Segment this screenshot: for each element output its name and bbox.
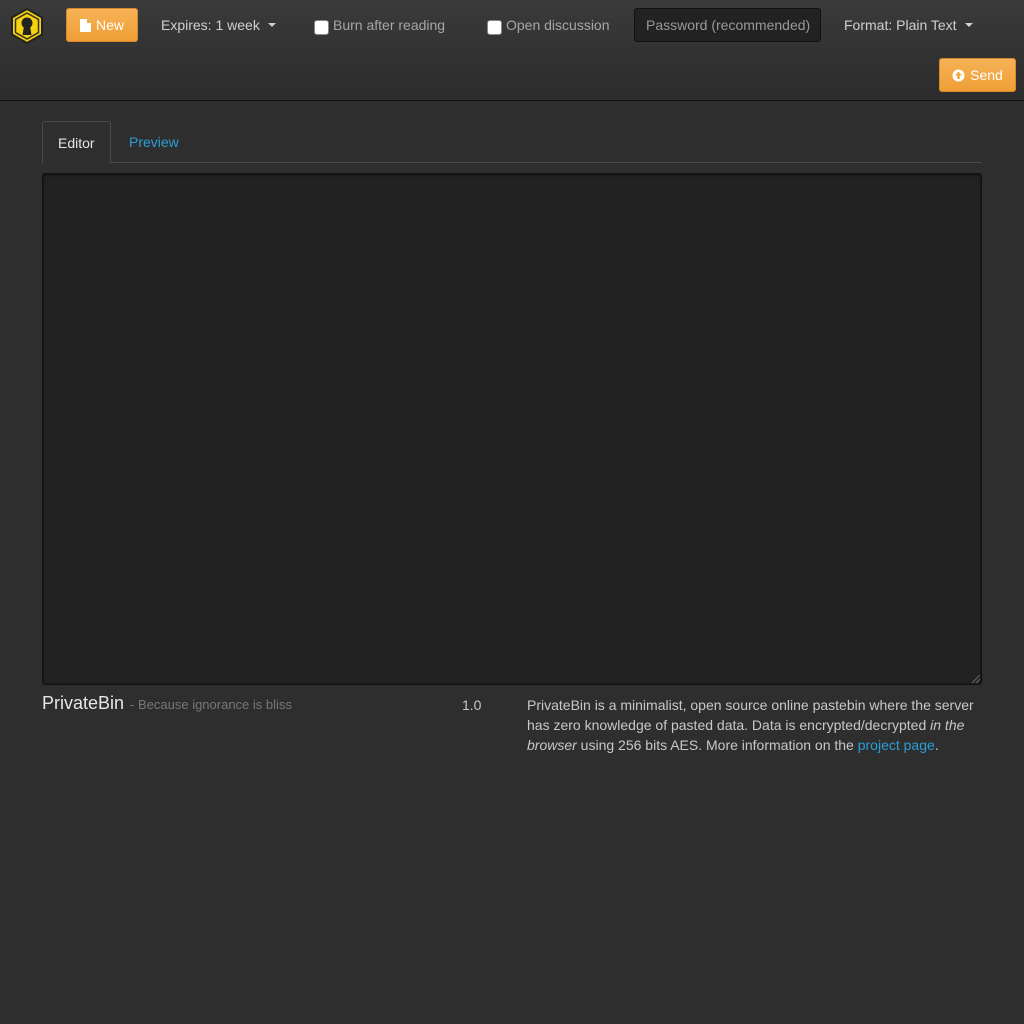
paste-editor-textarea[interactable] [42, 173, 982, 685]
tab-editor-label: Editor [58, 135, 95, 151]
privatebin-logo-icon[interactable] [10, 8, 44, 44]
open-discussion-checkbox[interactable] [487, 20, 502, 35]
project-page-link[interactable]: project page [858, 737, 935, 753]
brand-tagline: - Because ignorance is bliss [130, 697, 292, 712]
burn-after-reading-label: Burn after reading [333, 17, 445, 33]
caret-down-icon [965, 23, 973, 27]
about-text-part-1: PrivateBin is a minimalist, open source … [527, 697, 974, 733]
password-placeholder: Password (recommended) [646, 17, 810, 33]
burn-after-reading-option[interactable]: Burn after reading [314, 17, 445, 33]
open-discussion-option[interactable]: Open discussion [487, 17, 610, 33]
caret-down-icon [268, 23, 276, 27]
send-button[interactable]: Send [939, 58, 1016, 92]
upload-circle-icon [952, 69, 965, 82]
format-label: Format: Plain Text [844, 17, 957, 33]
navbar: New Expires: 1 week Burn after reading O… [0, 0, 1024, 101]
new-button-label: New [96, 17, 124, 33]
about-text: PrivateBin is a minimalist, open source … [527, 695, 987, 755]
format-dropdown[interactable]: Format: Plain Text [844, 17, 973, 33]
expires-dropdown[interactable]: Expires: 1 week [161, 17, 276, 33]
version-number: 1.0 [462, 697, 481, 713]
footer-brand: PrivateBin - Because ignorance is bliss [42, 693, 292, 714]
about-text-part-3: . [935, 737, 939, 753]
tab-editor[interactable]: Editor [42, 121, 111, 164]
password-input[interactable]: Password (recommended) [634, 8, 821, 42]
burn-after-reading-checkbox[interactable] [314, 20, 329, 35]
about-text-part-2: using 256 bits AES. More information on … [577, 737, 858, 753]
brand-name: PrivateBin [42, 693, 124, 714]
new-button[interactable]: New [66, 8, 138, 42]
expires-label: Expires: 1 week [161, 17, 260, 33]
tab-preview-label: Preview [129, 134, 179, 150]
editor-tabs: Editor Preview [42, 121, 982, 163]
open-discussion-label: Open discussion [506, 17, 610, 33]
resize-handle[interactable] [972, 675, 980, 683]
tab-preview[interactable]: Preview [114, 121, 194, 163]
send-button-label: Send [970, 67, 1003, 83]
file-icon [80, 19, 91, 32]
